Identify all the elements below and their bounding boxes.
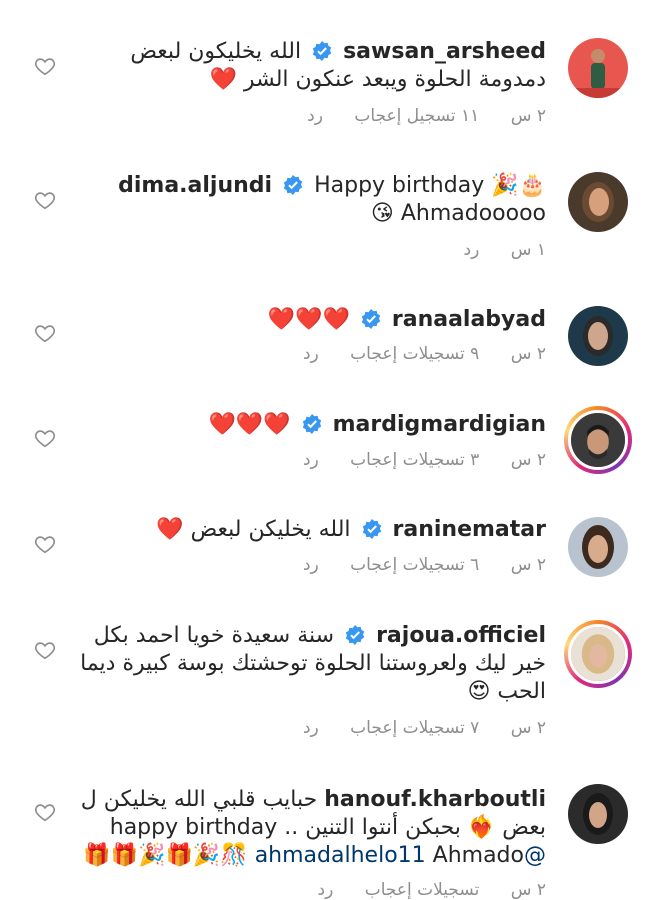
username[interactable]: dima.aljundi — [118, 173, 272, 198]
comment-text-line: بعض ❤️‍🔥 بحبكن أنتوا التنين .. happy bir… — [109, 815, 546, 840]
comment-text: Happy birthday 🎉🎂 Ahmadooooo 😘 — [314, 173, 546, 226]
comment-time: ١ س — [510, 240, 546, 260]
reply-button[interactable]: رد — [464, 240, 480, 260]
comment-meta: ٢ س ٩ تسجيلات إعجاب رد — [277, 344, 546, 364]
comment-likes[interactable]: ١١ تسجيل إعجاب — [354, 106, 479, 126]
comment-body: hanouf.kharboutli حبايب قلبي الله يخليكن… — [76, 786, 546, 870]
comment-time: ٢ س — [510, 106, 546, 126]
username[interactable]: rajoua.officiel — [376, 623, 546, 648]
comment-body: ranaalabyad ❤️❤️❤️ — [76, 306, 546, 334]
verified-badge-icon — [283, 175, 303, 195]
avatar[interactable] — [564, 406, 632, 474]
avatar-image — [568, 306, 628, 366]
comment-time: ٢ س — [510, 450, 546, 470]
username[interactable]: ranaalabyad — [392, 307, 546, 332]
comment-meta: ٢ س ١١ تسجيل إعجاب رد — [281, 106, 546, 126]
verified-badge-icon — [362, 519, 382, 539]
avatar[interactable] — [564, 620, 632, 688]
heart-outline-icon[interactable] — [34, 322, 56, 344]
avatar-image — [568, 172, 628, 232]
comment-meta: ٢ س ٣ تسجيلات إعجاب رد — [277, 450, 546, 470]
comment-body: dima.aljundi Happy birthday 🎉🎂 Ahmadoooo… — [76, 172, 546, 228]
heart-outline-icon[interactable] — [34, 189, 56, 211]
comment-likes[interactable]: ٣ تسجيلات إعجاب — [350, 450, 479, 470]
verified-badge-icon — [361, 309, 381, 329]
heart-outline-icon[interactable] — [34, 427, 56, 449]
username[interactable]: hanouf.kharboutli — [324, 787, 546, 812]
reply-button[interactable]: رد — [303, 344, 319, 364]
comments-list: sawsan_arsheed الله يخليكون لبعض دمدومة … — [0, 0, 648, 900]
comment-likes[interactable]: ٧ تسجيلات إعجاب — [350, 718, 479, 738]
comment-meta: ٢ س تسجيلات إعجاب رد — [292, 880, 546, 900]
reply-button[interactable]: رد — [303, 450, 319, 470]
avatar-image — [568, 784, 628, 844]
avatar-image — [568, 38, 628, 98]
heart-outline-icon[interactable] — [34, 533, 56, 555]
comment-meta: ٢ س ٦ تسجيلات إعجاب رد — [277, 555, 546, 575]
comment-time: ٢ س — [510, 880, 546, 900]
comment-body: mardigmardigian ❤️❤️❤️ — [76, 411, 546, 439]
comment-likes[interactable]: تسجيلات إعجاب — [365, 880, 480, 900]
comment-body: raninematar الله يخليكن لبعض ❤️ — [76, 516, 546, 544]
reply-button[interactable]: رد — [307, 106, 323, 126]
comment-body: sawsan_arsheed الله يخليكون لبعض دمدومة … — [76, 38, 546, 94]
avatar[interactable] — [568, 38, 628, 98]
verified-badge-icon — [302, 414, 322, 434]
avatar[interactable] — [568, 172, 628, 232]
heart-outline-icon[interactable] — [34, 801, 56, 823]
comment-likes[interactable]: ٦ تسجيلات إعجاب — [350, 555, 479, 575]
comment-time: ٢ س — [510, 344, 546, 364]
heart-outline-icon[interactable] — [34, 55, 56, 77]
comment-meta: ٢ س ٧ تسجيلات إعجاب رد — [277, 718, 546, 738]
reply-button[interactable]: رد — [303, 718, 319, 738]
comment-likes[interactable]: ٩ تسجيلات إعجاب — [350, 344, 479, 364]
comment-time: ٢ س — [510, 555, 546, 575]
comment-time: ٢ س — [510, 718, 546, 738]
avatar[interactable] — [568, 306, 628, 366]
comment-text: ❤️❤️❤️ — [208, 412, 291, 437]
avatar-image — [568, 517, 628, 577]
comment-text-line: حبايب قلبي الله يخليكن ل — [80, 787, 318, 812]
username[interactable]: raninematar — [393, 517, 546, 542]
avatar-image — [568, 410, 628, 470]
verified-badge-icon — [312, 41, 332, 61]
heart-outline-icon[interactable] — [34, 639, 56, 661]
comment-meta: ١ س رد — [438, 240, 546, 260]
avatar-image — [568, 624, 628, 684]
avatar[interactable] — [568, 784, 628, 844]
comment-body: rajoua.officiel سنة سعيدة خويا احمد بكل … — [76, 622, 546, 706]
comment-text: الله يخليكن لبعض ❤️ — [156, 517, 351, 542]
avatar[interactable] — [568, 517, 628, 577]
reply-button[interactable]: رد — [303, 555, 319, 575]
verified-badge-icon — [345, 625, 365, 645]
username[interactable]: mardigmardigian — [333, 412, 546, 437]
reply-button[interactable]: رد — [318, 880, 334, 900]
username[interactable]: sawsan_arsheed — [343, 39, 546, 64]
comment-text: ❤️❤️❤️ — [267, 307, 350, 332]
